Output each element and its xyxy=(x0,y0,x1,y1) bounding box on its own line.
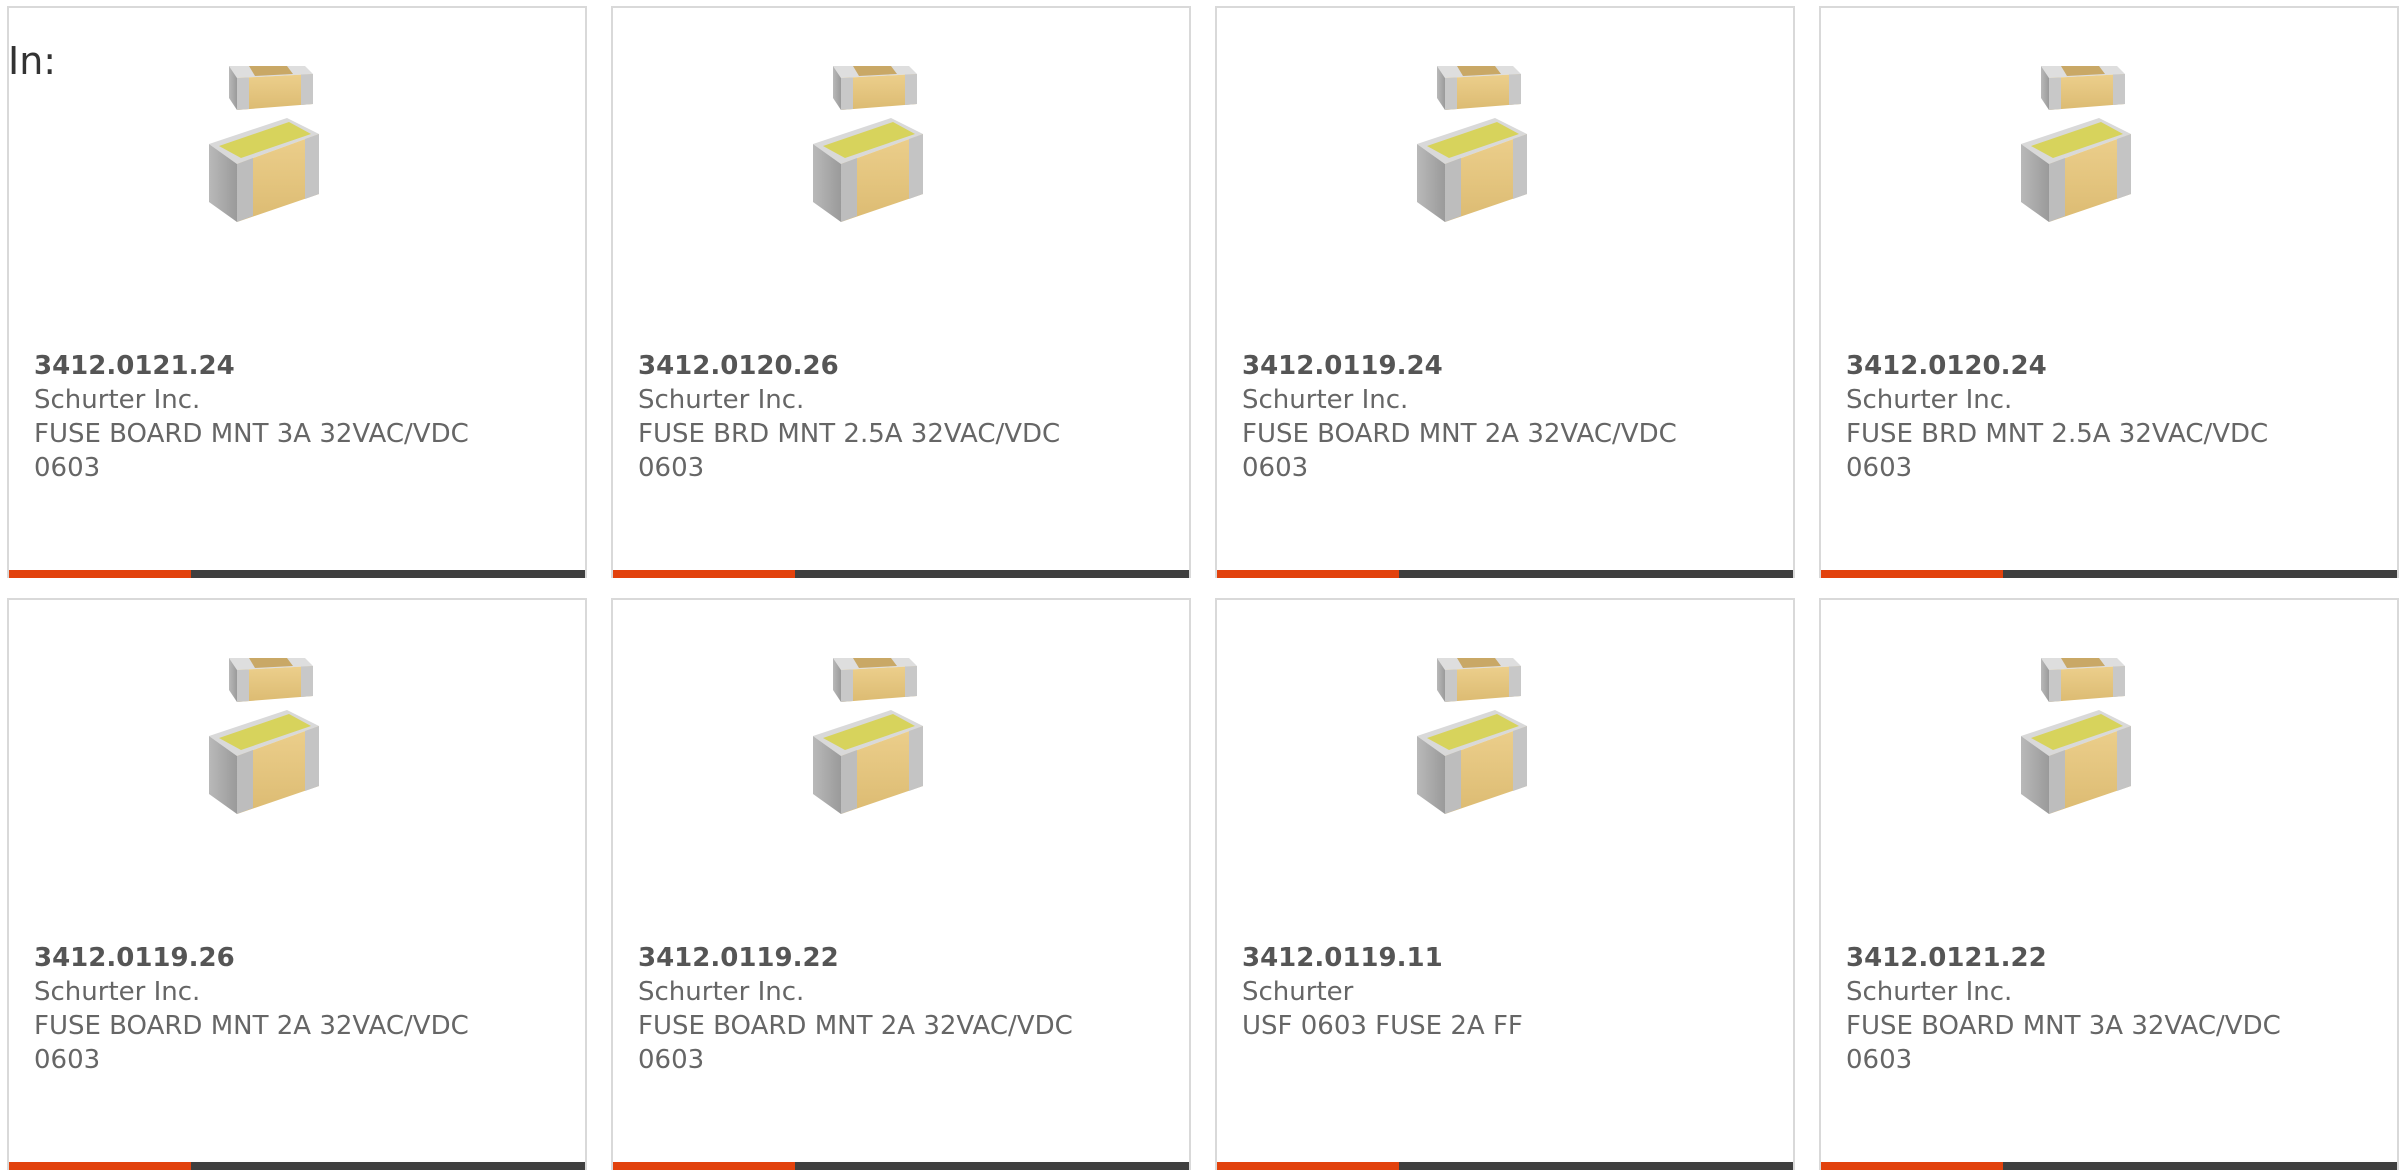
smd-fuse-icon xyxy=(813,658,923,814)
product-info: 3412.0119.11 Schurter USF 0603 FUSE 2A F… xyxy=(1242,941,1702,1043)
manufacturer: Schurter Inc. xyxy=(1846,385,2013,415)
card-progress-bar xyxy=(9,570,585,578)
card-progress-bar xyxy=(1217,1162,1793,1170)
description: FUSE BOARD MNT 3A 32VAC/VDC xyxy=(34,419,469,449)
part-number-link[interactable]: 3412.0120.24 xyxy=(1846,349,2306,383)
part-number-link[interactable]: 3412.0120.26 xyxy=(638,349,1098,383)
manufacturer: Schurter xyxy=(1242,977,1354,1007)
part-number-link[interactable]: 3412.0121.24 xyxy=(34,349,494,383)
manufacturer: Schurter Inc. xyxy=(34,977,201,1007)
product-image[interactable] xyxy=(9,640,585,890)
part-number-link[interactable]: 3412.0119.11 xyxy=(1242,941,1702,975)
card-bar-accent xyxy=(9,1162,191,1170)
card-bar-accent xyxy=(1821,1162,2003,1170)
smd-fuse-icon xyxy=(2021,66,2131,222)
card-bar-accent xyxy=(9,570,191,578)
manufacturer: Schurter Inc. xyxy=(638,385,805,415)
product-card[interactable]: 3412.0120.26 Schurter Inc. FUSE BRD MNT … xyxy=(611,6,1191,578)
product-card[interactable]: 3412.0119.11 Schurter USF 0603 FUSE 2A F… xyxy=(1215,598,1795,1170)
product-card[interactable]: 3412.0119.24 Schurter Inc. FUSE BOARD MN… xyxy=(1215,6,1795,578)
card-bar-accent xyxy=(613,1162,795,1170)
in-label: In: xyxy=(8,39,57,83)
package: 0603 xyxy=(638,453,705,483)
product-info: 3412.0119.26 Schurter Inc. FUSE BOARD MN… xyxy=(34,941,494,1077)
product-card[interactable]: 3412.0119.26 Schurter Inc. FUSE BOARD MN… xyxy=(7,598,587,1170)
package: 0603 xyxy=(1846,1045,1913,1075)
smd-fuse-icon xyxy=(1417,66,1527,222)
description: FUSE BOARD MNT 2A 32VAC/VDC xyxy=(34,1011,469,1041)
product-card[interactable]: 3412.0121.22 Schurter Inc. FUSE BOARD MN… xyxy=(1819,598,2399,1170)
package: 0603 xyxy=(1242,453,1309,483)
manufacturer: Schurter Inc. xyxy=(34,385,201,415)
product-image[interactable] xyxy=(613,48,1189,298)
manufacturer: Schurter Inc. xyxy=(1242,385,1409,415)
description: FUSE BOARD MNT 2A 32VAC/VDC xyxy=(638,1011,1073,1041)
package: 0603 xyxy=(34,453,101,483)
smd-fuse-icon xyxy=(813,66,923,222)
card-bar-accent xyxy=(1217,1162,1399,1170)
smd-fuse-icon xyxy=(209,66,319,222)
product-image[interactable] xyxy=(1217,640,1793,890)
package: 0603 xyxy=(34,1045,101,1075)
description: FUSE BRD MNT 2.5A 32VAC/VDC xyxy=(638,419,1061,449)
product-card[interactable]: 3412.0120.24 Schurter Inc. FUSE BRD MNT … xyxy=(1819,6,2399,578)
card-progress-bar xyxy=(9,1162,585,1170)
smd-fuse-icon xyxy=(209,658,319,814)
part-number-link[interactable]: 3412.0119.26 xyxy=(34,941,494,975)
product-info: 3412.0120.24 Schurter Inc. FUSE BRD MNT … xyxy=(1846,349,2306,485)
product-image[interactable] xyxy=(1821,48,2397,298)
product-card[interactable]: 3412.0119.22 Schurter Inc. FUSE BOARD MN… xyxy=(611,598,1191,1170)
card-progress-bar xyxy=(613,1162,1189,1170)
card-bar-accent xyxy=(1217,570,1399,578)
description: FUSE BOARD MNT 2A 32VAC/VDC xyxy=(1242,419,1677,449)
card-progress-bar xyxy=(1821,1162,2397,1170)
manufacturer: Schurter Inc. xyxy=(1846,977,2013,1007)
card-progress-bar xyxy=(1821,570,2397,578)
manufacturer: Schurter Inc. xyxy=(638,977,805,1007)
smd-fuse-icon xyxy=(2021,658,2131,814)
card-progress-bar xyxy=(613,570,1189,578)
card-progress-bar xyxy=(1217,570,1793,578)
product-info: 3412.0119.22 Schurter Inc. FUSE BOARD MN… xyxy=(638,941,1098,1077)
description: FUSE BOARD MNT 3A 32VAC/VDC xyxy=(1846,1011,2281,1041)
description: USF 0603 FUSE 2A FF xyxy=(1242,1011,1523,1041)
card-bar-accent xyxy=(1821,570,2003,578)
product-info: 3412.0119.24 Schurter Inc. FUSE BOARD MN… xyxy=(1242,349,1702,485)
product-info: 3412.0121.24 Schurter Inc. FUSE BOARD MN… xyxy=(34,349,494,485)
product-image[interactable] xyxy=(1821,640,2397,890)
product-info: 3412.0121.22 Schurter Inc. FUSE BOARD MN… xyxy=(1846,941,2306,1077)
product-card[interactable]: 3412.0121.24 Schurter Inc. FUSE BOARD MN… xyxy=(7,6,587,578)
product-image[interactable] xyxy=(613,640,1189,890)
product-grid: 3412.0121.24 Schurter Inc. FUSE BOARD MN… xyxy=(7,6,2400,1170)
part-number-link[interactable]: 3412.0119.22 xyxy=(638,941,1098,975)
card-bar-accent xyxy=(613,570,795,578)
product-info: 3412.0120.26 Schurter Inc. FUSE BRD MNT … xyxy=(638,349,1098,485)
description: FUSE BRD MNT 2.5A 32VAC/VDC xyxy=(1846,419,2269,449)
product-image[interactable] xyxy=(1217,48,1793,298)
package: 0603 xyxy=(1846,453,1913,483)
part-number-link[interactable]: 3412.0121.22 xyxy=(1846,941,2306,975)
package: 0603 xyxy=(638,1045,705,1075)
smd-fuse-icon xyxy=(1417,658,1527,814)
product-image[interactable] xyxy=(9,48,585,298)
part-number-link[interactable]: 3412.0119.24 xyxy=(1242,349,1702,383)
